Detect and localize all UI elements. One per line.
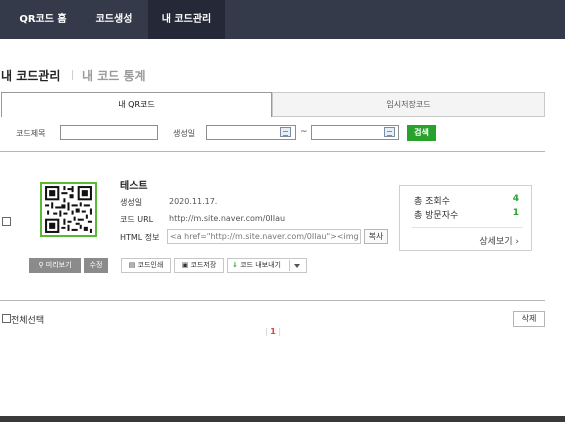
qr-code-icon	[43, 184, 94, 235]
total-views-label: 총 조회수	[414, 197, 450, 207]
preview-button[interactable]: ⚲ 미리보기	[29, 258, 81, 273]
pagination: | 1 |	[265, 327, 281, 336]
nav-item-code-create[interactable]: 코드생성	[85, 0, 143, 39]
printer-icon: ▤	[128, 261, 136, 269]
tab-temp-saved-codes[interactable]: 임시저장코드	[272, 92, 545, 117]
print-code-label: 코드인쇄	[137, 261, 164, 269]
created-date-label: 생성일	[173, 129, 196, 138]
top-nav: QR코드 홈 코드생성 내 코드관리	[0, 0, 565, 39]
created-label: 생성일	[120, 198, 143, 207]
export-code-label: 코드 내보내기	[240, 261, 281, 269]
download-icon: ↓	[232, 261, 238, 269]
calendar-icon[interactable]	[384, 127, 395, 137]
html-info-label: HTML 정보	[120, 233, 160, 242]
chevron-down-icon[interactable]	[294, 264, 300, 268]
search-button[interactable]: 검색	[407, 125, 436, 141]
detail-link[interactable]: 상세보기 ›	[479, 234, 519, 247]
select-all-checkbox[interactable]	[2, 314, 11, 323]
html-info-field[interactable]: <a href="http://m.site.naver.com/0Ilau">…	[167, 229, 361, 244]
stats-divider	[412, 227, 523, 228]
tab-my-qr-codes[interactable]: 내 QR코드	[1, 92, 272, 117]
detail-link-label: 상세보기	[479, 237, 513, 247]
calendar-icon[interactable]	[280, 127, 291, 137]
save-code-label: 코드저장	[190, 261, 217, 269]
created-value: 2020.11.17.	[169, 197, 218, 206]
preview-button-label: 미리보기	[45, 261, 72, 269]
divider	[0, 300, 545, 301]
magnifier-icon: ⚲	[38, 261, 44, 269]
total-views-value: 4	[512, 194, 519, 204]
total-visitors-value: 1	[512, 208, 519, 218]
qr-code-image	[40, 182, 97, 237]
code-stats-link[interactable]: 내 코드 통계	[82, 67, 146, 84]
page-title: 내 코드관리	[1, 69, 61, 83]
select-all-label[interactable]: 전체선택	[11, 313, 44, 326]
dropdown-divider	[289, 260, 290, 271]
date-range-separator: ~	[300, 127, 308, 137]
footer-bar	[0, 416, 565, 422]
pagination-separator: |	[265, 327, 268, 336]
stats-box: 총 조회수 4 총 방문자수 1 상세보기 ›	[399, 185, 532, 251]
page-number-current[interactable]: 1	[270, 327, 276, 336]
code-url-value[interactable]: http://m.site.naver.com/0IIau	[169, 214, 285, 223]
item-checkbox[interactable]	[2, 217, 11, 226]
nav-item-qr-home[interactable]: QR코드 홈	[10, 0, 76, 39]
edit-button[interactable]: 수정	[84, 258, 108, 273]
save-code-button[interactable]: ▣ 코드저장	[174, 258, 224, 273]
code-title-label: 코드제목	[16, 129, 46, 138]
code-title-input[interactable]	[60, 125, 158, 140]
divider	[0, 151, 545, 152]
save-icon: ▣	[181, 261, 189, 269]
code-title[interactable]: 테스트	[120, 177, 148, 192]
total-visitors-label: 총 방문자수	[414, 211, 459, 221]
copy-button[interactable]: 복사	[364, 229, 388, 244]
print-code-button[interactable]: ▤ 코드인쇄	[121, 258, 171, 273]
code-url-label: 코드 URL	[120, 215, 154, 224]
chevron-right-icon: ›	[515, 237, 519, 247]
nav-item-my-codes[interactable]: 내 코드관리	[148, 0, 225, 39]
title-divider	[72, 70, 73, 80]
delete-button[interactable]: 삭제	[513, 311, 545, 327]
pagination-separator: |	[278, 327, 282, 336]
